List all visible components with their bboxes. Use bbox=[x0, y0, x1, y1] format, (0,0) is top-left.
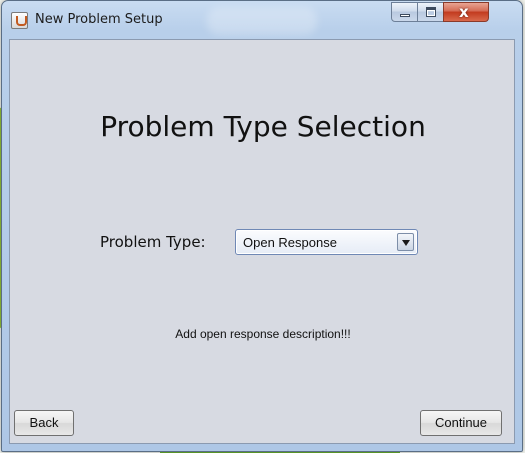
java-app-icon[interactable] bbox=[11, 12, 28, 29]
continue-button[interactable]: Continue bbox=[420, 410, 502, 436]
close-icon: x bbox=[459, 3, 469, 21]
problem-type-selected-value: Open Response bbox=[243, 235, 337, 250]
close-button[interactable]: x bbox=[443, 2, 489, 22]
page-title: Problem Type Selection bbox=[100, 110, 426, 143]
new-problem-setup-window: New Problem Setup x Problem Type Selecti… bbox=[1, 0, 523, 452]
back-button[interactable]: Back bbox=[14, 410, 74, 436]
dialog-content: Problem Type Selection Problem Type: Ope… bbox=[9, 39, 515, 444]
problem-type-label: Problem Type: bbox=[100, 233, 206, 251]
minimize-icon bbox=[400, 14, 410, 17]
window-title: New Problem Setup bbox=[35, 12, 163, 27]
minimize-button[interactable] bbox=[391, 2, 418, 22]
title-bar[interactable]: New Problem Setup x bbox=[2, 1, 522, 39]
problem-type-dropdown[interactable]: Open Response bbox=[235, 229, 418, 255]
chevron-down-icon[interactable] bbox=[397, 233, 414, 251]
maximize-icon bbox=[426, 7, 436, 17]
title-bar-glow bbox=[207, 7, 317, 35]
problem-type-description: Add open response description!!! bbox=[175, 327, 351, 341]
maximize-button[interactable] bbox=[417, 2, 444, 22]
